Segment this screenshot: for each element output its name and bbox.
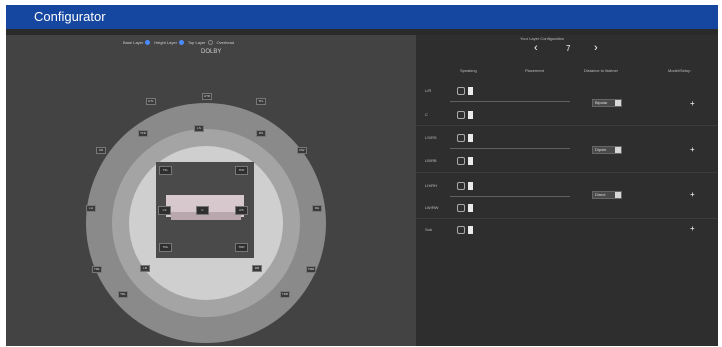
enable-toggle[interactable] <box>468 111 473 119</box>
speaker-outer[interactable]: RS <box>256 130 266 137</box>
chevron-down-icon <box>615 100 621 106</box>
mute-toggle[interactable] <box>457 182 465 190</box>
row-label: LW/RW <box>425 205 439 210</box>
mute-toggle[interactable] <box>457 204 465 212</box>
row-label: L/R <box>425 88 432 93</box>
speaker-inner[interactable]: LS <box>158 206 171 215</box>
add-model-button[interactable]: + <box>690 99 695 108</box>
speaker-outer[interactable]: TRR <box>280 291 290 298</box>
mute-toggle[interactable] <box>457 134 465 142</box>
enable-toggle[interactable] <box>468 157 473 165</box>
mute-toggle[interactable] <box>457 157 465 165</box>
row-label: LB/RB <box>425 158 437 163</box>
row-label: C <box>425 112 428 117</box>
speaker-outer[interactable]: TML <box>92 266 102 273</box>
row-divider <box>450 101 570 102</box>
speaker-inner[interactable]: TRL <box>159 243 172 252</box>
speaker-outer[interactable]: LS <box>194 125 204 132</box>
speaker-outer[interactable]: RH <box>312 205 322 212</box>
group-separator <box>416 172 718 173</box>
speaker-outer[interactable]: LW <box>96 147 106 154</box>
add-model-button[interactable]: + <box>690 145 695 154</box>
speaker-outer[interactable]: LB <box>140 265 150 272</box>
prev-config-button[interactable]: ‹ <box>534 42 538 54</box>
configuration-panel <box>416 35 718 346</box>
enable-toggle[interactable] <box>468 87 473 95</box>
col-header-placement: Placement <box>525 68 544 73</box>
col-header-distance: Distance to listener <box>584 68 619 73</box>
speaker-inner[interactable]: TFL <box>159 166 172 175</box>
next-config-button[interactable]: › <box>594 42 598 54</box>
distance-dropdown[interactable]: Bipolar <box>592 99 622 107</box>
enable-toggle[interactable] <box>468 134 473 142</box>
row-label: LS/RS <box>425 135 437 140</box>
mute-toggle[interactable] <box>457 111 465 119</box>
config-number: 7 <box>566 44 571 53</box>
mute-toggle[interactable] <box>457 226 465 234</box>
row-label: LH/RH <box>425 183 438 188</box>
row-divider <box>450 148 570 149</box>
speaker-inner[interactable]: TRR <box>235 243 248 252</box>
speaker-outer[interactable]: TFL <box>256 98 266 105</box>
col-header-model: Model/Setup <box>668 68 691 73</box>
speaker-outer[interactable]: TRL <box>118 291 128 298</box>
enable-toggle[interactable] <box>468 182 473 190</box>
row-label: Sub <box>425 227 433 232</box>
mute-toggle[interactable] <box>457 87 465 95</box>
speaker-outer[interactable]: HTR <box>202 93 212 100</box>
speaker-outer[interactable]: TMR <box>306 266 316 273</box>
group-separator <box>416 125 718 126</box>
config-title: Your Layer Configuration <box>520 36 565 41</box>
speaker-diagram <box>86 103 326 343</box>
add-model-button[interactable]: + <box>690 190 695 199</box>
add-model-button[interactable]: + <box>690 224 695 233</box>
room-view-panel: Base Layer Height Layer Top Layer Overhe… <box>6 35 416 346</box>
enable-toggle[interactable] <box>468 226 473 234</box>
chevron-down-icon <box>615 147 621 153</box>
app-titlebar: Configurator <box>6 5 718 29</box>
row-divider <box>450 196 570 197</box>
speaker-inner[interactable]: RS <box>235 206 248 215</box>
speaker-outer[interactable]: RW <box>297 147 307 154</box>
distance-dropdown[interactable]: Direct <box>592 191 622 199</box>
chevron-down-icon <box>615 192 621 198</box>
group-separator <box>416 218 718 219</box>
speaker-outer[interactable]: LH <box>86 205 96 212</box>
speaker-outer[interactable]: TFR <box>138 130 148 137</box>
speaker-outer[interactable]: RB <box>252 265 262 272</box>
app-title: Configurator <box>34 9 106 24</box>
distance-dropdown[interactable]: Dipole <box>592 146 622 154</box>
speaker-inner[interactable]: C <box>196 206 209 215</box>
enable-toggle[interactable] <box>468 204 473 212</box>
speaker-outer[interactable]: HTL <box>146 98 156 105</box>
speaker-inner[interactable]: TFR <box>235 166 248 175</box>
col-header-speaking: Speaking <box>460 68 477 73</box>
